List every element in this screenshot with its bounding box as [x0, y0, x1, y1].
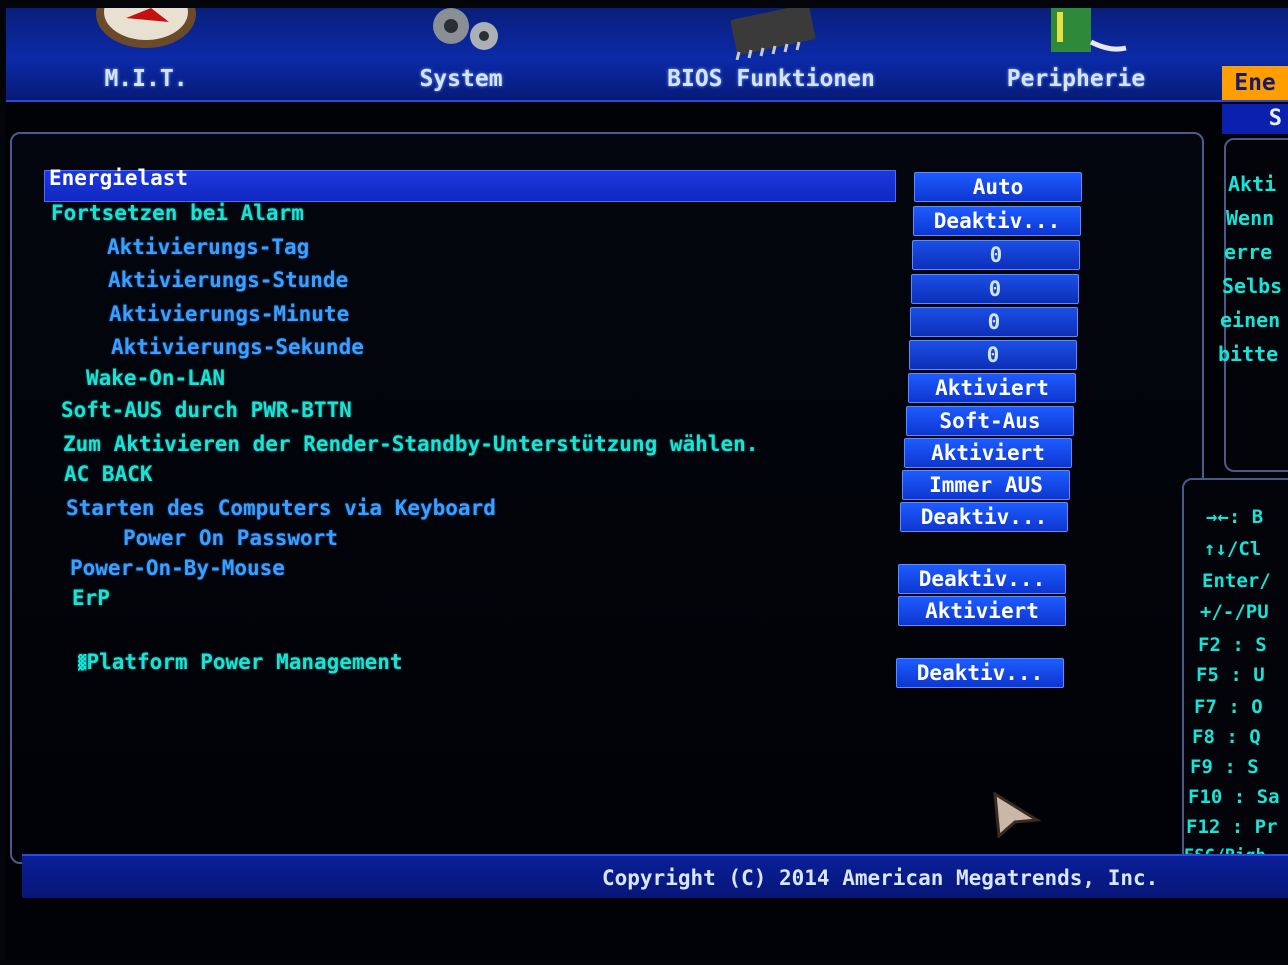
value-aktivierungs-tag[interactable]: 0 — [912, 240, 1080, 270]
setting-wake-on-lan[interactable]: Wake-On-LAN — [86, 366, 225, 390]
help-line: erre — [1224, 240, 1273, 264]
help-line: Wenn — [1226, 206, 1275, 230]
tab-label: M.I.T. — [104, 66, 188, 92]
value-fortsetzen-bei-alarm[interactable]: Deaktiv... — [913, 206, 1081, 236]
value-power-on-by-mouse[interactable]: Deaktiv... — [898, 564, 1066, 594]
tab-peripherie[interactable]: Peripherie — [981, 8, 1171, 100]
mouse-cursor-icon — [993, 792, 1041, 838]
setting-aktivierungs-stunde[interactable]: Aktivierungs-Stunde — [108, 268, 348, 292]
key-hint: F9 : S — [1190, 756, 1259, 778]
value-aktivierungs-sekunde[interactable]: 0 — [909, 340, 1077, 370]
tab-mit[interactable]: M.I.T. — [66, 8, 226, 100]
help-line: einen — [1220, 308, 1281, 332]
help-line: bitte — [1218, 342, 1279, 366]
setting-platform-power-management[interactable]: ▓Platform Power Management — [78, 650, 403, 674]
key-hint: F2 : S — [1198, 634, 1267, 656]
help-line: Selbs — [1222, 274, 1283, 298]
setting-soft-aus-durch-pwr-bttn[interactable]: Soft-AUS durch PWR-BTTN — [61, 398, 352, 422]
key-hint: F12 : Pr — [1186, 816, 1278, 838]
value-render-standby[interactable]: Aktiviert — [904, 438, 1072, 468]
speedometer-icon — [96, 8, 196, 48]
key-hint: →←: B — [1206, 506, 1264, 528]
key-hint: F7 : O — [1194, 696, 1263, 718]
setting-power-on-passwort[interactable]: Power On Passwort — [123, 526, 338, 550]
setting-ac-back[interactable]: AC BACK — [64, 462, 153, 486]
setting-erp[interactable]: ErP — [72, 586, 110, 610]
tab-energie[interactable]: Ene — [1222, 66, 1288, 100]
subtab[interactable]: S — [1222, 104, 1288, 134]
tab-label: Peripherie — [1006, 66, 1146, 92]
gears-icon — [433, 8, 498, 50]
setting-starten-via-keyboard[interactable]: Starten des Computers via Keyboard — [66, 496, 496, 520]
value-platform-power-management[interactable]: Deaktiv... — [896, 658, 1064, 688]
key-hint: F8 : Q — [1192, 726, 1261, 748]
setting-energielast[interactable]: Energielast — [49, 166, 188, 190]
setting-aktivierungs-sekunde[interactable]: Aktivierungs-Sekunde — [111, 335, 364, 359]
help-line: Akti — [1228, 172, 1277, 196]
value-energielast[interactable]: Auto — [914, 172, 1082, 202]
value-aktivierungs-stunde[interactable]: 0 — [911, 274, 1079, 304]
tab-label: BIOS Funktionen — [667, 66, 875, 92]
card-icon — [1051, 8, 1127, 52]
tab-label: System — [419, 66, 503, 92]
value-wake-on-lan[interactable]: Aktiviert — [908, 373, 1076, 403]
copyright-text: Copyright (C) 2014 American Megatrends, … — [602, 866, 1159, 890]
setting-label: Platform Power Management — [86, 650, 403, 674]
bios-screen: M.I.T. System BIOS Funktionen Peripherie… — [6, 8, 1288, 960]
tab-system[interactable]: System — [386, 8, 536, 100]
key-hint: Enter/ — [1202, 570, 1271, 592]
key-hint: ↑↓/Cl — [1204, 538, 1262, 560]
value-starten-via-keyboard[interactable]: Deaktiv... — [900, 502, 1068, 532]
value-ac-back[interactable]: Immer AUS — [902, 470, 1070, 500]
tab-label: Ene — [1234, 70, 1276, 96]
key-hint: +/-/PU — [1200, 601, 1269, 623]
setting-power-on-by-mouse[interactable]: Power-On-By-Mouse — [70, 556, 285, 580]
setting-aktivierungs-tag[interactable]: Aktivierungs-Tag — [107, 235, 309, 259]
value-erp[interactable]: Aktiviert — [898, 596, 1066, 626]
top-navigation: M.I.T. System BIOS Funktionen Peripherie… — [6, 8, 1288, 102]
chip-icon — [730, 8, 816, 60]
footer-bar: Copyright (C) 2014 American Megatrends, … — [22, 854, 1288, 898]
setting-aktivierungs-minute[interactable]: Aktivierungs-Minute — [109, 302, 349, 326]
value-aktivierungs-minute[interactable]: 0 — [910, 307, 1078, 337]
key-hint: F10 : Sa — [1188, 786, 1280, 808]
setting-render-standby[interactable]: Zum Aktivieren der Render-Standby-Unters… — [63, 432, 758, 456]
setting-fortsetzen-bei-alarm[interactable]: Fortsetzen bei Alarm — [51, 201, 304, 225]
key-hint: F5 : U — [1196, 664, 1265, 686]
tab-bios-funktionen[interactable]: BIOS Funktionen — [646, 8, 896, 100]
value-soft-aus-durch-pwr-bttn[interactable]: Soft-Aus — [906, 406, 1074, 436]
